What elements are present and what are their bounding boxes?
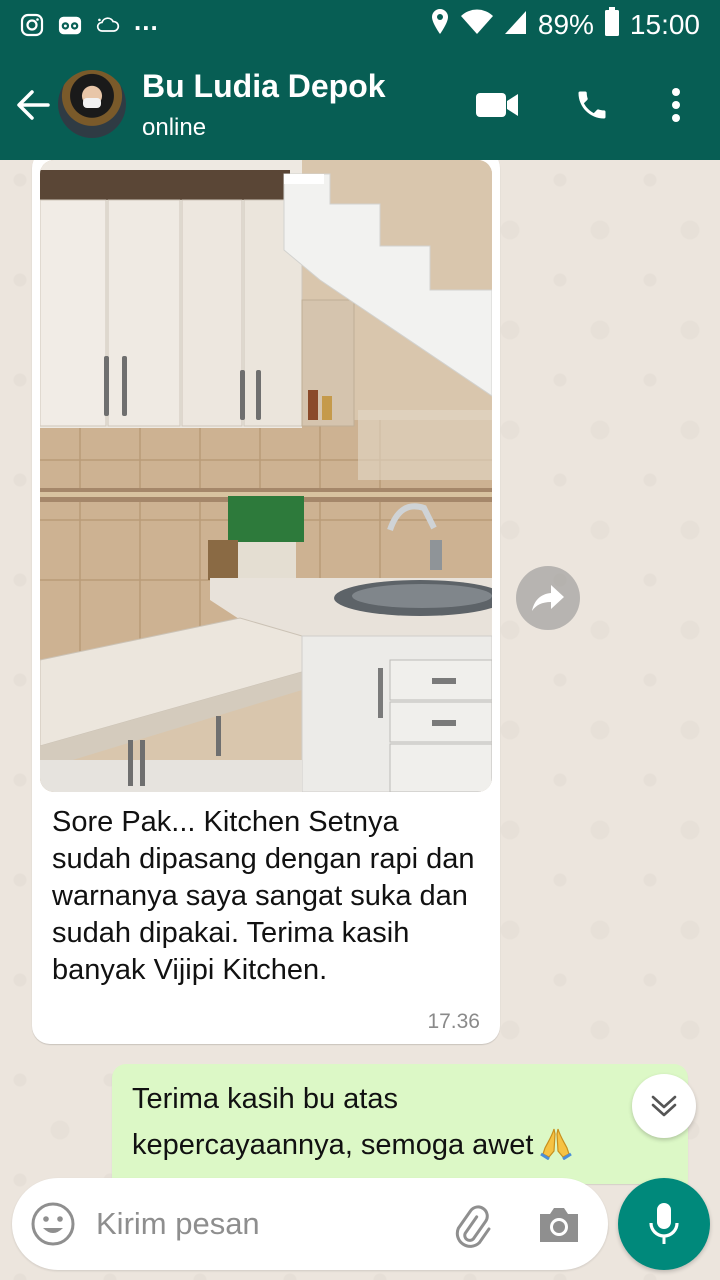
phone-icon[interactable] (572, 84, 612, 126)
outgoing-message[interactable]: Terima kasih bu atas kepercayaannya, sem… (112, 1064, 688, 1184)
status-more-notifications: ... (134, 5, 159, 36)
scroll-to-bottom-icon[interactable] (632, 1074, 696, 1138)
mic-icon[interactable] (618, 1178, 710, 1270)
composer (12, 1178, 608, 1270)
chat-area[interactable]: Sore Pak... Kitchen Setnya sudah dipasan… (0, 160, 720, 1280)
signal-icon (504, 8, 528, 43)
message-photo[interactable] (40, 160, 492, 792)
attach-icon[interactable] (448, 1202, 494, 1248)
instagram-icon (20, 13, 44, 37)
cloud-icon (96, 13, 120, 37)
battery-icon (604, 6, 620, 44)
message-text: Sore Pak... Kitchen Setnya sudah dipasan… (52, 806, 475, 986)
tripadvisor-icon (58, 13, 82, 37)
location-icon (430, 8, 450, 43)
contact-status: online (142, 114, 207, 141)
status-bar: ... 89% 15:00 (0, 0, 720, 50)
incoming-message[interactable]: Sore Pak... Kitchen Setnya sudah dipasan… (32, 160, 500, 1044)
message-text: Terima kasih bu atas kepercayaannya, sem… (132, 1076, 612, 1168)
clock: 15:00 (629, 9, 700, 40)
back-arrow-icon[interactable] (14, 86, 52, 124)
more-vert-icon[interactable] (660, 84, 692, 126)
forward-icon[interactable] (516, 566, 580, 630)
contact-name[interactable]: Bu Ludia Depok (142, 68, 386, 105)
video-call-icon[interactable] (474, 84, 520, 126)
folded-hands-emoji (539, 1126, 573, 1161)
emoji-icon[interactable] (30, 1201, 76, 1247)
wifi-icon (460, 8, 494, 43)
camera-icon[interactable] (536, 1204, 582, 1244)
battery-percent: 89% (537, 9, 594, 40)
chat-header: Bu Ludia Depok online (0, 50, 720, 160)
message-text-content: Terima kasih bu atas kepercayaannya, sem… (132, 1083, 534, 1161)
avatar[interactable] (58, 70, 126, 138)
message-time: 17.36 (427, 1010, 480, 1033)
status-notifications: ... (20, 6, 159, 37)
message-input[interactable] (96, 1200, 436, 1248)
status-system: 89% 15:00 (430, 6, 700, 44)
